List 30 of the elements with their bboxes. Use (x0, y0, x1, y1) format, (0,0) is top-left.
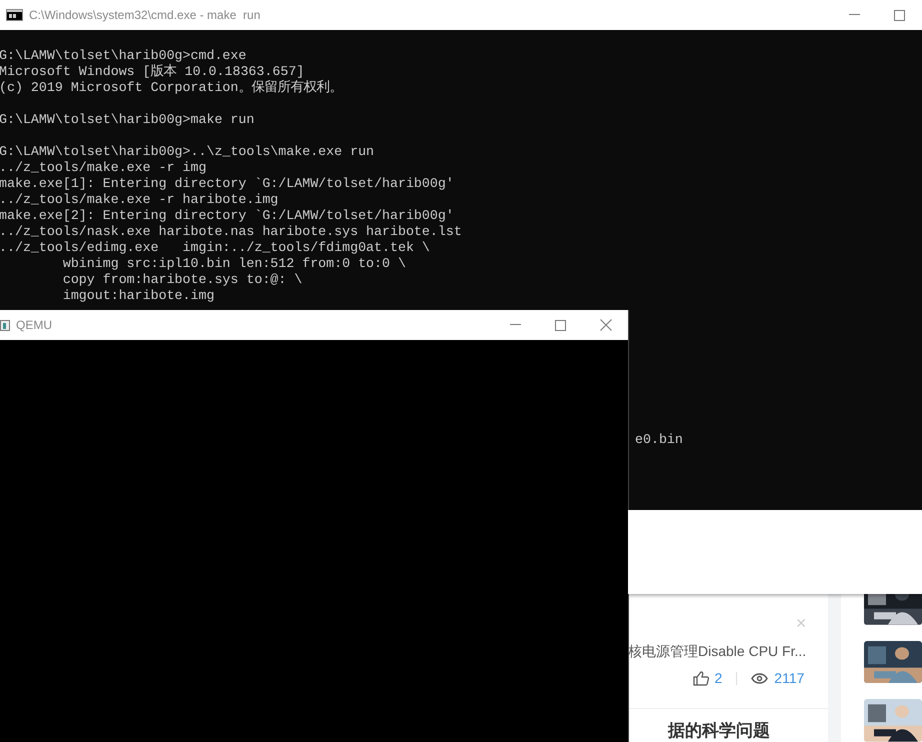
like-count: 2 (714, 670, 722, 686)
minimize-icon[interactable] (849, 14, 860, 16)
window-title: C:\Windows\system32\cmd.exe - make run (29, 8, 262, 22)
console-line: ../z_tools/make.exe -r img (0, 160, 206, 175)
console-line: Microsoft Windows [版本 10.0.18363.657] (0, 64, 304, 79)
article-title[interactable]: 据的科学问题 (668, 719, 828, 742)
console-line: G:\LAMW\tolset\harib00g>make run (0, 112, 254, 127)
minimize-icon[interactable] (510, 324, 521, 326)
article-title[interactable]: 核电源管理Disable CPU Fr... (628, 643, 806, 661)
console-line: make.exe[2]: Entering directory `G:/LAMW/tolset/harib00g' (0, 208, 454, 223)
eye-icon (751, 672, 768, 684)
app-icon (0, 320, 10, 330)
console-line: (c) 2019 Microsoft Corporation。保留所有权利。 (0, 80, 342, 95)
console-line: e0.bin (635, 432, 683, 447)
maximize-icon[interactable] (894, 10, 905, 20)
console-line: imgout:haribote.img (62, 288, 214, 303)
console-line: copy from:haribote.sys to:@: \ (62, 272, 302, 287)
thumbs-up-icon[interactable] (692, 670, 708, 686)
window-title: QEMU (16, 318, 53, 332)
console-line: make.exe[1]: Entering directory `G:/LAMW/tolset/harib00g' (0, 176, 454, 191)
close-icon[interactable] (600, 319, 612, 331)
console-line: ../z_tools/make.exe -r haribote.img (0, 192, 278, 207)
console-line: ../z_tools/nask.exe haribote.nas haribote.sys haribote.lst (0, 224, 462, 239)
view-count: 2117 (774, 670, 804, 686)
console-icon (6, 9, 23, 21)
console-line: ../z_tools/edimg.exe imgin:../z_tools/fdimg0at.tek \ (0, 240, 430, 255)
console-line: G:\LAMW\tolset\harib00g>cmd.exe (0, 48, 246, 63)
console-line: wbinimg src:ipl10.bin len:512 from:0 to:0 \ (62, 256, 406, 271)
console-line: G:\LAMW\tolset\harib00g>..\z_tools\make.exe run (0, 144, 374, 159)
maximize-icon[interactable] (555, 320, 566, 330)
